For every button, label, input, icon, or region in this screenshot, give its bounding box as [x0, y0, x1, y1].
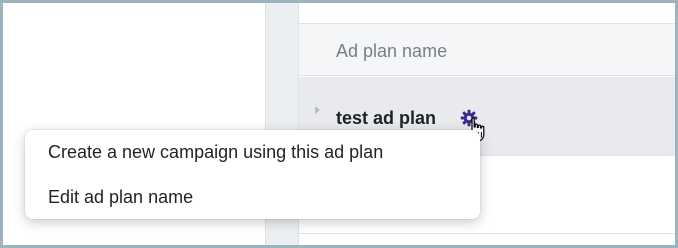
table-row	[299, 234, 675, 245]
table-header: Ad plan name	[299, 24, 675, 76]
expand-caret-icon[interactable]	[315, 106, 320, 114]
context-menu: Create a new campaign using this ad plan…	[25, 130, 480, 219]
table-row	[299, 3, 675, 24]
screenshot-frame: Ad plan name test ad plan Create a new c…	[0, 0, 678, 248]
menu-item-create-campaign[interactable]: Create a new campaign using this ad plan	[25, 132, 480, 172]
menu-item-edit-ad-plan-name[interactable]: Edit ad plan name	[25, 177, 480, 217]
column-header-ad-plan-name[interactable]: Ad plan name	[336, 41, 447, 62]
ad-plan-name: test ad plan	[336, 108, 437, 128]
